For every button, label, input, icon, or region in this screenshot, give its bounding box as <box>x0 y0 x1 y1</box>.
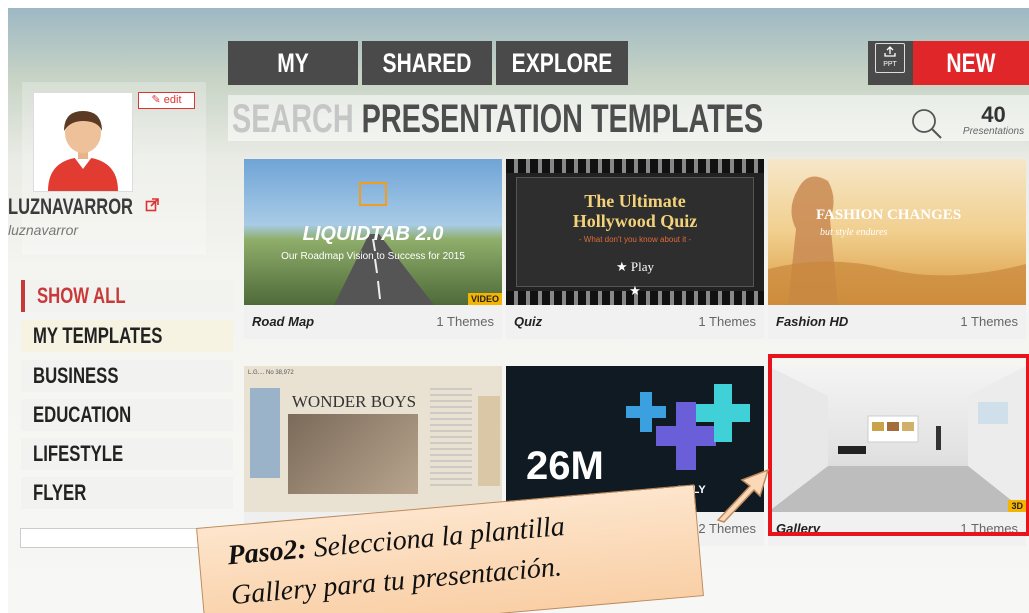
sidebar-item-business[interactable]: BUSINESS <box>21 360 233 392</box>
tab-explore[interactable]: EXPLORE <box>496 41 628 85</box>
sidebar-item-show-all[interactable]: SHOW ALL <box>21 280 233 312</box>
search-icon[interactable] <box>911 108 943 140</box>
edit-label: edit <box>163 94 182 106</box>
user-handle: luznavarror <box>8 222 79 238</box>
tab-shared[interactable]: SHARED <box>362 41 492 85</box>
thumbnail-wonder-boys: L.G.... No 38,972 WONDER BOYS <box>244 366 502 512</box>
road-map-thumb-title: LIQUIDTAB 2.0 <box>302 223 444 245</box>
fashion-thumb-title: FASHION CHANGES <box>816 207 962 223</box>
card-themes: 1 Themes <box>960 314 1018 329</box>
template-card-road-map[interactable]: LIQUIDTAB 2.0 Our Roadmap Vision to Succ… <box>244 159 502 339</box>
gallery-selection-highlight <box>768 354 1029 536</box>
sidebar-item-lifestyle[interactable]: LIFESTYLE <box>21 438 233 470</box>
sidebar-item-education[interactable]: EDUCATION <box>21 399 233 431</box>
user-avatar-icon <box>48 111 118 191</box>
presentation-count: 40 Presentations <box>958 102 1029 138</box>
quiz-thumb-subtitle: - What don't you know about it - <box>578 235 692 244</box>
search-title-text: PRESENTATION TEMPLATES <box>353 97 764 141</box>
fashion-thumb-subtitle: but style endures <box>820 227 888 238</box>
quiz-thumb-title-2: Hollywood Quiz <box>572 211 698 231</box>
card-caption: Fashion HD 1 Themes <box>768 305 1026 339</box>
play-label: Play <box>630 259 655 274</box>
count-number: 40 <box>981 102 1006 127</box>
tab-shared-label: SHARED <box>382 48 472 78</box>
new-button-label: NEW <box>946 48 996 78</box>
username: LUZNAVARROR <box>8 194 133 219</box>
video-badge: VIDEO <box>467 293 502 305</box>
new-button[interactable]: NEW <box>913 41 1029 85</box>
card-title: Quiz <box>514 314 543 329</box>
26m-thumb-number: 26M <box>526 444 604 488</box>
sidebar-input-box[interactable] <box>20 528 210 548</box>
template-card-quiz[interactable]: The Ultimate Hollywood Quiz - What don't… <box>506 159 764 339</box>
card-themes: 1 Themes <box>436 314 494 329</box>
card-caption: Quiz 1 Themes <box>506 305 764 339</box>
count-label: Presentations <box>962 126 1025 137</box>
tab-explore-label: EXPLORE <box>511 48 613 78</box>
card-themes: 1 Themes <box>698 314 756 329</box>
tab-my[interactable]: MY <box>228 41 358 85</box>
wonder-boys-thumb-note: L.G.... No 38,972 <box>248 370 294 376</box>
app-stage: MY SHARED EXPLORE PPT NEW ✎ edit LUZNAVA… <box>8 8 1029 613</box>
sidebar-item-flyer[interactable]: FLYER <box>21 477 233 509</box>
quiz-play-button: ★ Play ★ <box>610 255 660 298</box>
star-icon: ★ <box>615 259 628 274</box>
template-card-fashion-hd[interactable]: FASHION CHANGES but style endures Fashio… <box>768 159 1026 339</box>
card-title: Road Map <box>252 314 315 329</box>
sidebar-item-my-templates[interactable]: MY TEMPLATES <box>21 320 233 352</box>
card-caption: Road Map 1 Themes <box>244 305 502 339</box>
thumbnail-road-map: LIQUIDTAB 2.0 Our Roadmap Vision to Succ… <box>244 159 502 305</box>
wonder-boys-thumb-title: WONDER BOYS <box>291 392 417 411</box>
ppt-upload-button[interactable]: PPT <box>875 43 905 73</box>
ppt-label: PPT <box>883 61 897 68</box>
tab-my-label: MY <box>277 48 309 78</box>
external-link-icon[interactable] <box>145 198 159 215</box>
avatar[interactable] <box>33 92 133 192</box>
card-title: Fashion HD <box>776 314 849 329</box>
road-map-thumb-subtitle: Our Roadmap Vision to Success for 2015 <box>281 251 465 262</box>
arrow-icon <box>716 468 770 523</box>
callout-text: Paso2: Selecciona la plantilla Gallery p… <box>226 507 570 613</box>
thumbnail-fashion-hd: FASHION CHANGES but style endures <box>768 159 1026 305</box>
thumbnail-quiz: The Ultimate Hollywood Quiz - What don't… <box>506 159 764 305</box>
callout-step: Paso2: <box>226 533 308 572</box>
search-title[interactable]: SEARCH PRESENTATION TEMPLATES <box>232 97 763 141</box>
edit-profile-button[interactable]: ✎ edit <box>138 92 195 109</box>
star-icon: ★ <box>629 283 641 298</box>
upload-icon <box>884 46 896 57</box>
search-prefix: SEARCH <box>232 97 354 141</box>
quiz-thumb-title-1: The Ultimate <box>584 191 686 211</box>
pencil-icon: ✎ <box>151 94 161 106</box>
